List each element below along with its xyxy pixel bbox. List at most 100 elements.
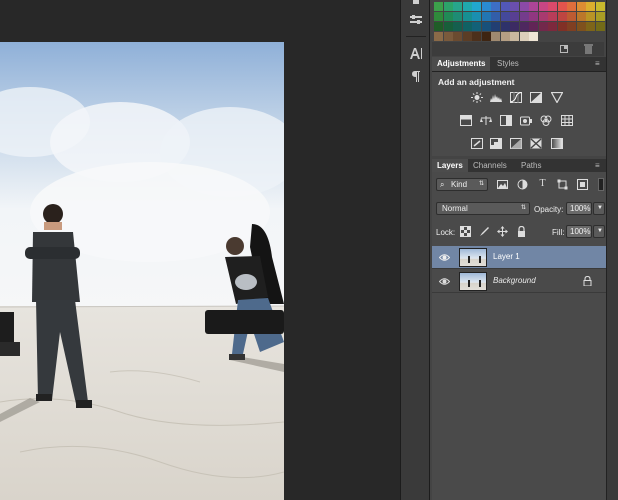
filter-toggle-switch[interactable]: [598, 178, 604, 191]
color-swatch[interactable]: [491, 12, 500, 21]
color-swatch[interactable]: [481, 22, 491, 31]
visibility-eye-icon[interactable]: [438, 276, 451, 287]
color-swatch[interactable]: [462, 2, 472, 11]
color-swatch[interactable]: [519, 2, 529, 11]
layer-name[interactable]: Layer 1: [493, 252, 520, 261]
document-canvas-photo[interactable]: [0, 42, 284, 500]
threshold-icon[interactable]: [510, 138, 522, 149]
color-swatch[interactable]: [510, 12, 519, 21]
color-swatch[interactable]: [434, 32, 443, 41]
tab-adjustments[interactable]: Adjustments: [432, 57, 491, 71]
color-swatch[interactable]: [500, 12, 510, 21]
color-swatch[interactable]: [510, 2, 519, 11]
shape-filter-icon[interactable]: [557, 179, 568, 190]
layers-panel-menu-icon[interactable]: ≡: [595, 162, 604, 170]
color-swatch[interactable]: [586, 2, 595, 11]
color-swatch[interactable]: [548, 12, 557, 21]
color-swatch[interactable]: [576, 12, 586, 21]
color-swatch[interactable]: [462, 22, 472, 31]
color-swatch[interactable]: [595, 12, 605, 21]
color-swatch[interactable]: [491, 32, 500, 41]
color-swatch[interactable]: [500, 22, 510, 31]
tab-channels[interactable]: Channels: [468, 159, 512, 173]
color-swatch[interactable]: [567, 22, 576, 31]
tool-presets-icon[interactable]: [407, 14, 425, 30]
color-swatch[interactable]: [472, 12, 481, 21]
color-swatch[interactable]: [462, 32, 472, 41]
invert-icon[interactable]: [471, 138, 483, 149]
panel-scrollbar[interactable]: [606, 0, 618, 500]
character-panel-icon[interactable]: [407, 47, 425, 63]
color-swatch[interactable]: [434, 2, 443, 11]
lock-transparent-pixels-icon[interactable]: [460, 226, 471, 237]
color-swatch[interactable]: [595, 2, 605, 11]
selective-color-icon[interactable]: [530, 138, 542, 149]
exposure-icon[interactable]: [530, 92, 542, 103]
layer-row-layer-1[interactable]: Layer 1: [432, 246, 606, 269]
tab-paths[interactable]: Paths: [516, 159, 546, 173]
color-swatch[interactable]: [567, 12, 576, 21]
panel-menu-icon[interactable]: ≡: [595, 60, 604, 68]
tab-styles[interactable]: Styles: [492, 57, 524, 71]
vibrance-icon[interactable]: [551, 92, 563, 103]
color-swatch[interactable]: [481, 32, 491, 41]
color-swatch[interactable]: [595, 22, 605, 31]
visibility-eye-icon[interactable]: [438, 252, 451, 263]
layer-row-background[interactable]: Background: [432, 270, 606, 293]
color-swatch[interactable]: [557, 12, 567, 21]
brightness-contrast-icon[interactable]: [471, 92, 483, 103]
paragraph-panel-icon[interactable]: [407, 70, 425, 86]
lock-position-icon[interactable]: [497, 226, 508, 237]
color-swatch[interactable]: [567, 2, 576, 11]
color-swatch[interactable]: [557, 22, 567, 31]
type-filter-icon[interactable]: T: [537, 178, 548, 189]
fill-dropdown-button[interactable]: ▼: [593, 225, 605, 238]
color-swatch[interactable]: [481, 12, 491, 21]
color-swatch[interactable]: [529, 12, 538, 21]
color-balance-icon[interactable]: [480, 115, 492, 126]
fill-input[interactable]: 100%: [566, 225, 592, 238]
color-swatch[interactable]: [557, 2, 567, 11]
tab-layers[interactable]: Layers: [432, 159, 468, 173]
color-swatch[interactable]: [519, 12, 529, 21]
color-swatch[interactable]: [434, 22, 443, 31]
lock-all-icon[interactable]: [516, 226, 527, 237]
black-white-icon[interactable]: [500, 115, 512, 126]
opacity-dropdown-button[interactable]: ▼: [593, 202, 605, 215]
color-swatch[interactable]: [472, 32, 481, 41]
color-swatch[interactable]: [519, 22, 529, 31]
color-swatch[interactable]: [481, 2, 491, 11]
curves-icon[interactable]: [510, 92, 522, 103]
color-swatch[interactable]: [472, 2, 481, 11]
color-swatch[interactable]: [453, 22, 462, 31]
color-swatch[interactable]: [538, 12, 548, 21]
new-swatch-icon[interactable]: [560, 45, 568, 53]
delete-swatch-icon[interactable]: [584, 44, 593, 54]
layer-name[interactable]: Background: [493, 276, 536, 285]
color-swatch[interactable]: [453, 32, 462, 41]
color-lookup-icon[interactable]: [561, 115, 573, 126]
color-swatch[interactable]: [462, 12, 472, 21]
color-swatch[interactable]: [443, 32, 453, 41]
color-swatch[interactable]: [586, 12, 595, 21]
color-swatch[interactable]: [529, 22, 538, 31]
opacity-input[interactable]: 100%: [566, 202, 592, 215]
color-swatch[interactable]: [434, 12, 443, 21]
color-swatch[interactable]: [500, 2, 510, 11]
color-swatch[interactable]: [491, 2, 500, 11]
color-swatch[interactable]: [443, 2, 453, 11]
photo-filter-icon[interactable]: [520, 115, 532, 126]
color-swatch[interactable]: [500, 32, 510, 41]
color-swatch[interactable]: [510, 22, 519, 31]
color-swatch[interactable]: [443, 22, 453, 31]
color-swatch[interactable]: [529, 32, 538, 41]
color-swatch[interactable]: [548, 2, 557, 11]
channel-mixer-icon[interactable]: [540, 115, 552, 126]
color-swatch[interactable]: [443, 12, 453, 21]
filter-kind-select[interactable]: ⌕ Kind ⇅: [436, 178, 488, 191]
color-swatch[interactable]: [453, 2, 462, 11]
pixel-filter-icon[interactable]: [497, 179, 508, 190]
color-swatch[interactable]: [519, 32, 529, 41]
color-swatch[interactable]: [538, 2, 548, 11]
color-swatch[interactable]: [453, 12, 462, 21]
